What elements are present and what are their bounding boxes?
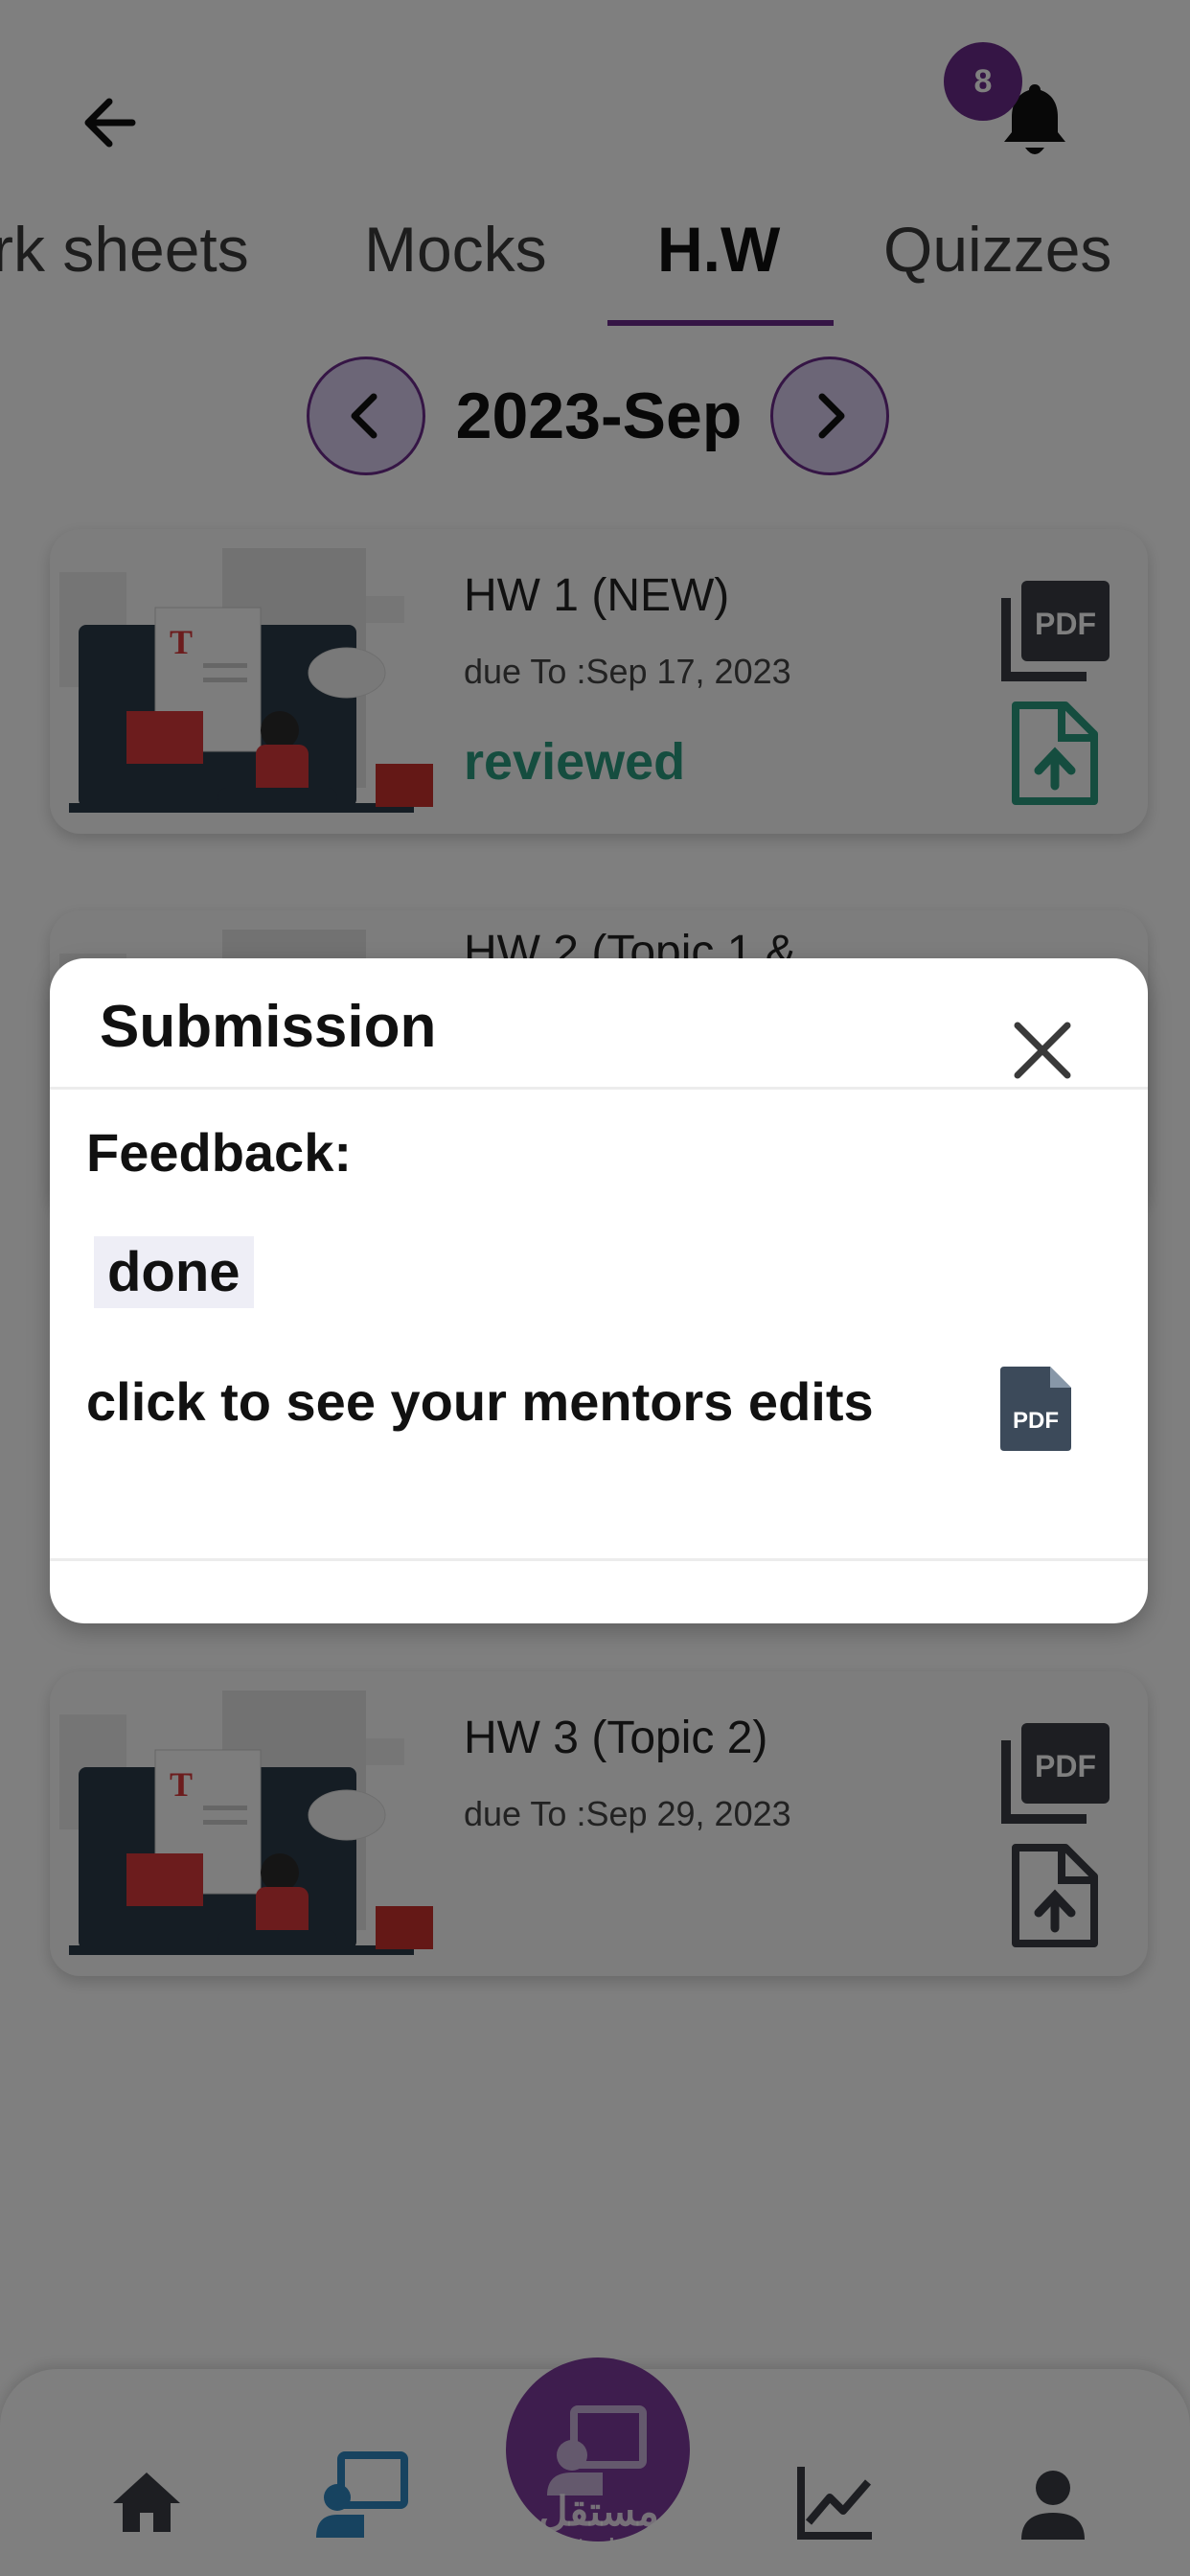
feedback-label: Feedback: <box>86 1122 352 1183</box>
divider <box>50 1087 1148 1090</box>
feedback-text: done <box>94 1236 254 1308</box>
svg-text:PDF: PDF <box>1013 1408 1059 1434</box>
close-button[interactable] <box>1008 1016 1077 1085</box>
dialog-title: Submission <box>100 994 437 1060</box>
pdf-file-icon[interactable]: PDF <box>996 1363 1075 1455</box>
close-icon <box>1014 1022 1071 1079</box>
app-screen: 8 rk sheets Mocks H.W Quizzes 2023-Sep T <box>0 0 1190 2576</box>
mentor-edits-link[interactable]: click to see your mentors edits <box>86 1370 874 1433</box>
divider <box>50 1558 1148 1561</box>
submission-dialog: Submission Feedback: done click to see y… <box>50 958 1148 1623</box>
